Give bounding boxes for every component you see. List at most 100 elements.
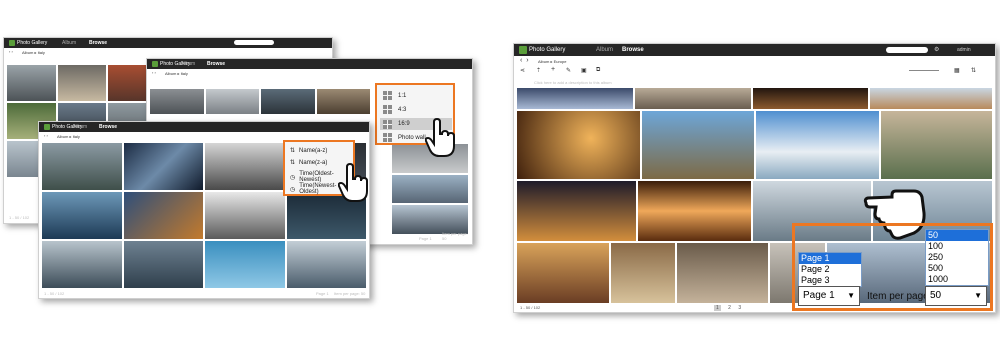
ratio-option-4-3[interactable]: 4:3	[383, 105, 406, 114]
sort-az-icon: ⇅	[290, 148, 296, 154]
tab-browse[interactable]: Browse	[207, 61, 225, 67]
clock-icon: ◷	[290, 186, 296, 193]
pointer-hand-icon	[425, 118, 455, 157]
page-link[interactable]: 2	[728, 305, 731, 311]
ipp-select[interactable]: Item per page: 50	[442, 231, 472, 241]
tab-album[interactable]: Album	[596, 47, 613, 53]
photo-thumb[interactable]	[634, 88, 751, 109]
sort-icon[interactable]: ⇅	[971, 67, 976, 74]
ipp-option[interactable]: 500	[926, 263, 988, 274]
page-option[interactable]: Page 1	[799, 253, 861, 264]
photo-thumb[interactable]	[517, 111, 641, 179]
photo-thumb[interactable]	[870, 88, 992, 109]
ipp-option[interactable]: 1000	[926, 274, 988, 285]
breadcrumb[interactable]: Album ▸ Italy	[165, 71, 188, 76]
nav-arrows-icon[interactable]: ‹ ›	[520, 57, 529, 64]
photo-thumb[interactable]	[610, 243, 675, 303]
ratio-label: Photo wall	[398, 134, 426, 141]
ipp-option[interactable]: 100	[926, 241, 988, 252]
front-topbar: Photo Gallery Album Browse	[39, 122, 369, 132]
ipp-select[interactable]: 50 ▼	[925, 286, 987, 306]
photo-thumb[interactable]	[42, 143, 122, 190]
sort-option-name-az[interactable]: ⇅ Name(a-z)	[290, 147, 327, 155]
photo-thumb[interactable]	[205, 143, 285, 190]
photo-thumb[interactable]	[205, 192, 285, 239]
layout-icon[interactable]: ▦	[954, 67, 960, 74]
front-breadcrumb-row: ‹ › Album ▸ Italy	[39, 132, 369, 140]
search-input[interactable]	[234, 40, 274, 45]
upload-icon[interactable]: ⇡	[536, 67, 541, 74]
app-logo-icon	[44, 124, 50, 130]
ratio-label: 1:1	[398, 92, 407, 99]
page-link[interactable]: 3	[738, 305, 741, 311]
photo-thumb[interactable]	[123, 241, 203, 288]
copy-icon[interactable]: ⧉	[596, 67, 600, 74]
sort-label: Name(z-a)	[299, 159, 328, 166]
photo-thumb[interactable]	[637, 181, 751, 241]
photo-thumb[interactable]	[392, 174, 468, 204]
page-options-list: Page 1 Page 2 Page 3	[798, 252, 862, 287]
user-name[interactable]: admin	[957, 47, 971, 53]
photo-thumb[interactable]	[123, 192, 203, 239]
ipp-options-list: 50 100 250 500 1000	[925, 229, 989, 286]
app-name: Photo Gallery	[17, 40, 48, 46]
photo-thumb[interactable]	[642, 111, 754, 179]
tab-browse[interactable]: Browse	[622, 47, 644, 53]
photo-thumb[interactable]	[517, 88, 633, 109]
photo-thumb[interactable]	[286, 241, 366, 288]
photo-thumb[interactable]	[676, 243, 769, 303]
photo-thumb[interactable]	[7, 65, 56, 101]
edit-icon[interactable]: ✎	[566, 67, 571, 74]
ratio-option-1-1[interactable]: 1:1	[383, 91, 406, 100]
album-description[interactable]: Click here to add a description to this …	[534, 80, 612, 85]
page-select[interactable]: Page 1	[419, 236, 432, 241]
back-arrow-icon[interactable]: ‹ ›	[44, 133, 48, 138]
photo-thumb[interactable]	[316, 89, 370, 114]
back-arrow-icon[interactable]: ‹ ›	[9, 49, 13, 54]
tab-album[interactable]: Album	[73, 124, 87, 130]
page-select[interactable]: Page 1 ▼	[798, 286, 860, 306]
middle-topbar: Photo Gallery Album Browse	[147, 59, 472, 69]
photo-thumb[interactable]	[755, 111, 879, 179]
page-link[interactable]: 1	[714, 305, 721, 311]
photo-thumb[interactable]	[57, 65, 107, 101]
photo-thumb[interactable]	[150, 89, 204, 114]
breadcrumb[interactable]: Album ▸ Europe	[538, 59, 566, 64]
app-logo-icon	[519, 46, 527, 54]
settings-icon[interactable]: ⚙	[934, 46, 939, 53]
add-icon[interactable]: +	[551, 66, 555, 73]
chevron-down-icon: ▼	[974, 291, 982, 300]
ratio-label: 4:3	[398, 106, 407, 113]
photo-thumb[interactable]	[123, 143, 203, 190]
photo-thumb[interactable]	[517, 181, 636, 241]
page-option[interactable]: Page 3	[799, 275, 861, 286]
zoom-slider[interactable]	[909, 70, 939, 71]
photo-thumb[interactable]	[205, 89, 259, 114]
back-arrow-icon[interactable]: ‹ ›	[152, 70, 156, 75]
breadcrumb[interactable]: Album ▸ Italy	[57, 134, 80, 139]
page-select[interactable]: Page 1	[316, 291, 329, 296]
photo-thumb[interactable]	[880, 111, 992, 179]
ipp-option[interactable]: 50	[926, 230, 988, 241]
photo-thumb[interactable]	[752, 88, 869, 109]
tab-browse[interactable]: Browse	[99, 124, 117, 130]
photo-thumb[interactable]	[205, 241, 285, 288]
photo-thumb[interactable]	[392, 205, 468, 234]
photo-thumb[interactable]	[42, 192, 122, 239]
tab-browse[interactable]: Browse	[89, 40, 107, 46]
share-icon[interactable]: ⋖	[520, 67, 525, 74]
app-name: Photo Gallery	[529, 47, 566, 53]
search-input[interactable]	[886, 47, 928, 53]
photo-thumb[interactable]	[517, 243, 609, 303]
sort-option-name-za[interactable]: ⇅ Name(z-a)	[290, 159, 328, 167]
ratio-option-photo-wall[interactable]: Photo wall	[383, 133, 426, 142]
page-option[interactable]: Page 2	[799, 264, 861, 275]
ipp-select[interactable]: Item per page: 50	[334, 291, 365, 296]
tab-album[interactable]: Album	[62, 40, 76, 46]
ipp-option[interactable]: 250	[926, 252, 988, 263]
breadcrumb[interactable]: Album ▸ Italy	[22, 50, 45, 55]
photo-thumb[interactable]	[42, 241, 122, 288]
tab-album[interactable]: Album	[181, 61, 195, 67]
photo-thumb[interactable]	[261, 89, 315, 114]
image-icon[interactable]: ▣	[581, 67, 587, 74]
